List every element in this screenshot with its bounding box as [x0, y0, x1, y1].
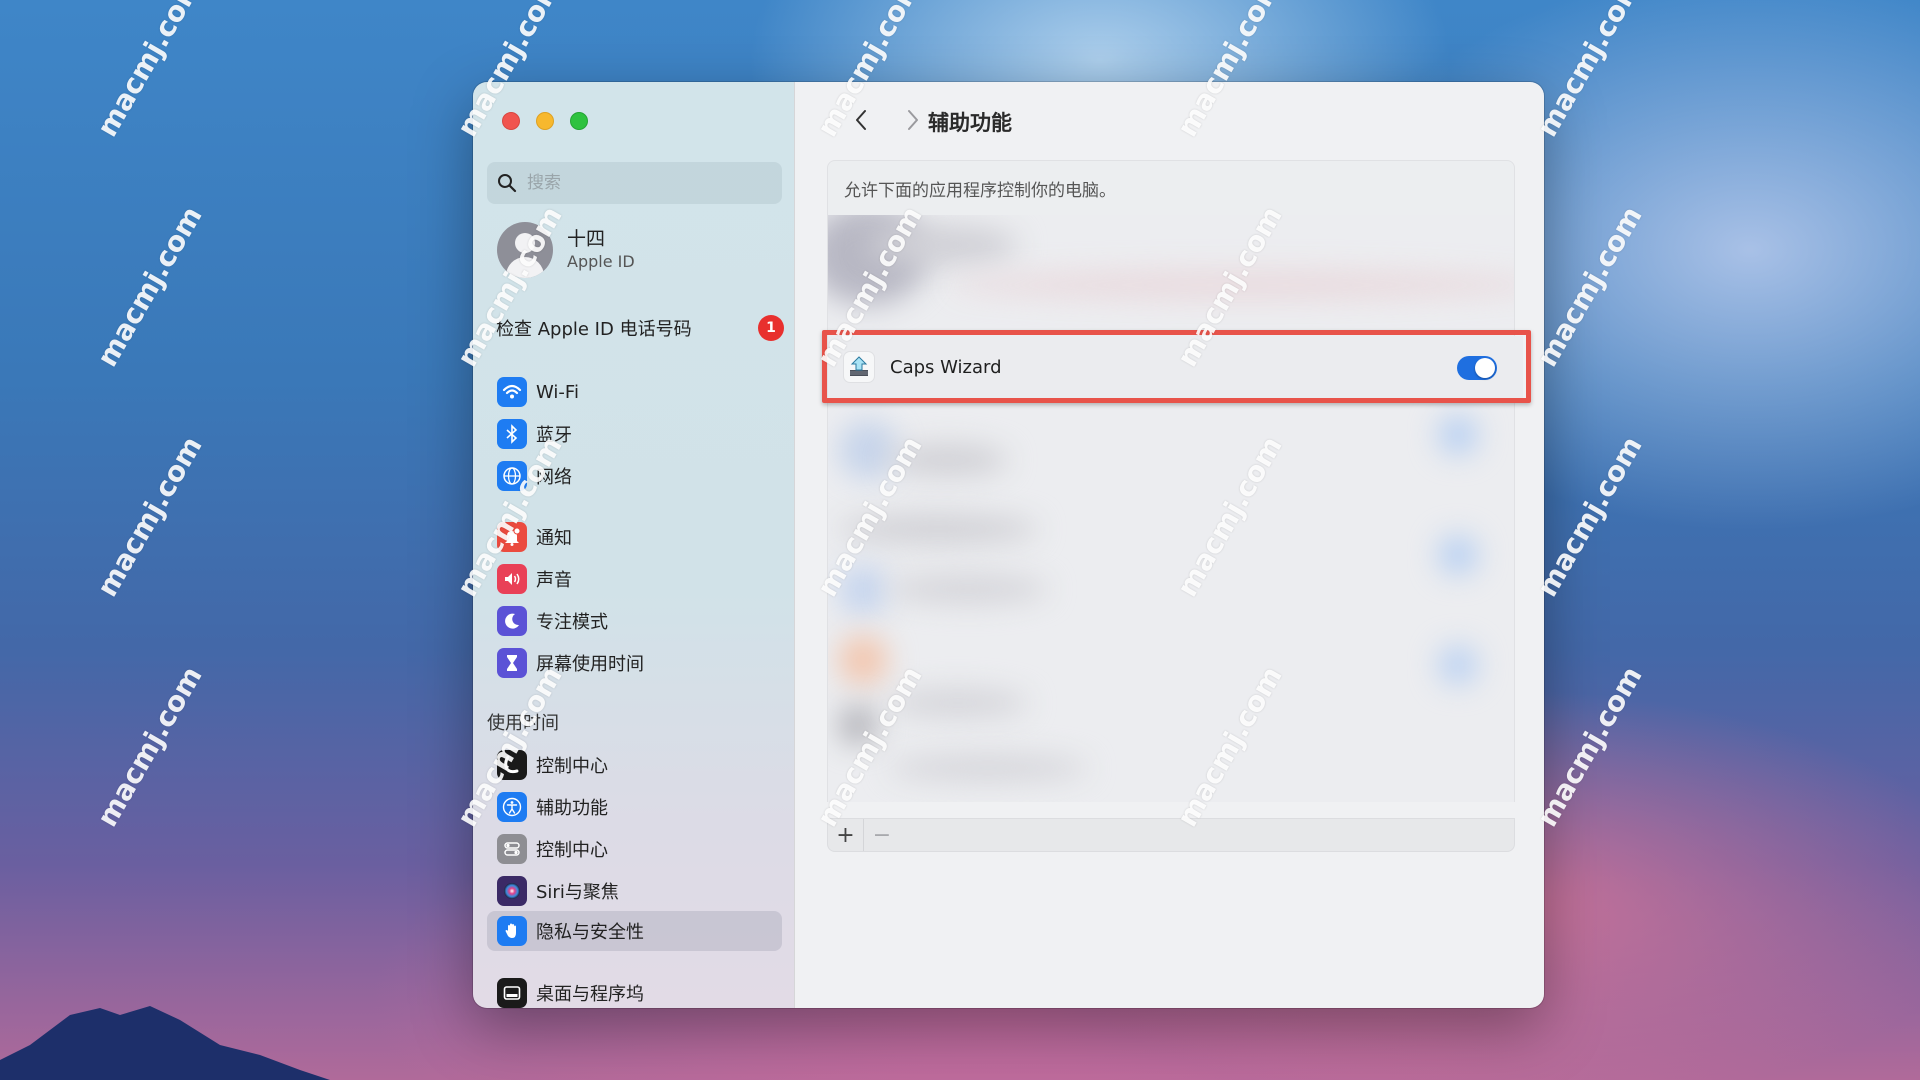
description-text: 允许下面的应用程序控制你的电脑。	[844, 181, 1116, 201]
bell-icon	[497, 522, 527, 552]
sidebar-item-siri[interactable]: Siri与聚焦	[487, 871, 782, 911]
sidebar-section-header: 使用时间	[487, 713, 559, 734]
check-apple-id-label: 检查 Apple ID 电话号码	[496, 319, 692, 340]
sidebar-item-bell[interactable]: 通知	[487, 517, 782, 557]
forward-button[interactable]	[901, 104, 925, 136]
search-field[interactable]	[487, 162, 782, 204]
control-center-icon	[497, 834, 527, 864]
sidebar-item-label: 蓝牙	[536, 425, 572, 446]
sidebar-item-label: 隐私与安全性	[536, 922, 644, 943]
profile-subtitle: Apple ID	[567, 252, 635, 271]
control-center-dark-icon	[497, 750, 527, 780]
sidebar-item-label: Wi-Fi	[536, 381, 579, 403]
system-settings-window: 十四 Apple ID 检查 Apple ID 电话号码 1 Wi-Fi 蓝牙网络…	[473, 82, 1544, 1008]
sidebar-item-label: 屏幕使用时间	[536, 654, 644, 675]
sidebar-item-label: 桌面与程序坞	[536, 984, 644, 1005]
watermark-text: macmj.com	[1530, 0, 1649, 143]
sidebar-item-control-center[interactable]: 控制中心	[487, 829, 782, 869]
watermark-text: macmj.com	[90, 660, 209, 833]
maximize-button[interactable]	[570, 112, 588, 130]
sidebar-item-moon[interactable]: 专注模式	[487, 601, 782, 641]
sidebar-item-label: 控制中心	[536, 840, 608, 861]
sidebar-item-label: 通知	[536, 528, 572, 549]
watermark-text: macmj.com	[90, 0, 209, 143]
sidebar-item-label: 专注模式	[536, 612, 608, 633]
search-input[interactable]	[527, 173, 767, 193]
sidebar-item-label: 控制中心	[536, 756, 608, 777]
watermark-text: macmj.com	[1530, 660, 1649, 833]
sidebar-item-globe[interactable]: 网络	[487, 456, 782, 496]
sidebar-item-accessibility[interactable]: 辅助功能	[487, 787, 782, 827]
close-button[interactable]	[502, 112, 520, 130]
watermark-text: macmj.com	[1530, 430, 1649, 603]
accessibility-icon	[497, 792, 527, 822]
window-controls	[502, 112, 588, 130]
sidebar-item-label: 网络	[536, 467, 572, 488]
apple-id-profile[interactable]: 十四 Apple ID	[497, 222, 635, 278]
avatar	[497, 222, 553, 278]
toggle-knob	[1475, 358, 1495, 378]
moon-icon	[497, 606, 527, 636]
chevron-left-icon	[856, 110, 866, 130]
minimize-button[interactable]	[536, 112, 554, 130]
app-row-caps-wizard: Caps Wizard	[828, 336, 1523, 398]
sidebar-item-bluetooth[interactable]: 蓝牙	[487, 414, 782, 454]
watermark-text: macmj.com	[90, 200, 209, 373]
list-actions-bar: + −	[827, 818, 1515, 852]
speaker-icon	[497, 564, 527, 594]
caps-wizard-icon	[844, 352, 874, 382]
remove-app-button[interactable]: −	[864, 819, 900, 851]
main-pane: 辅助功能 允许下面的应用程序控制你的电脑。 Caps Wizard + −	[795, 82, 1544, 1008]
profile-name: 十四	[567, 228, 606, 250]
app-name: Caps Wizard	[890, 356, 1002, 378]
sidebar-item-label: 辅助功能	[536, 798, 608, 819]
sidebar-item-label: Siri与聚焦	[536, 882, 619, 903]
sidebar-item-dock[interactable]: 桌面与程序坞	[487, 973, 782, 1008]
dock-icon	[497, 978, 527, 1008]
caps-wizard-toggle[interactable]	[1457, 356, 1497, 380]
sidebar-item-wifi[interactable]: Wi-Fi	[487, 372, 782, 412]
hand-icon	[497, 916, 527, 946]
sidebar: 十四 Apple ID 检查 Apple ID 电话号码 1 Wi-Fi 蓝牙网络…	[473, 82, 795, 1008]
notification-badge: 1	[758, 315, 784, 341]
description: 允许下面的应用程序控制你的电脑。	[827, 160, 1515, 216]
bluetooth-icon	[497, 419, 527, 449]
search-icon	[498, 174, 517, 193]
chevron-right-icon	[908, 110, 918, 130]
sidebar-item-hand[interactable]: 隐私与安全性	[487, 911, 782, 951]
wifi-icon	[497, 377, 527, 407]
sidebar-item-hourglass[interactable]: 屏幕使用时间	[487, 643, 782, 683]
back-button[interactable]	[849, 104, 873, 136]
hourglass-icon	[497, 648, 527, 678]
add-app-button[interactable]: +	[828, 819, 864, 851]
watermark-text: macmj.com	[1530, 200, 1649, 373]
watermark-text: macmj.com	[90, 430, 209, 603]
sidebar-item-speaker[interactable]: 声音	[487, 559, 782, 599]
sidebar-item-label: 声音	[536, 570, 572, 591]
sidebar-item-control-center-dark[interactable]: 控制中心	[487, 745, 782, 785]
check-apple-id-row[interactable]: 检查 Apple ID 电话号码 1	[496, 313, 784, 343]
globe-icon	[497, 461, 527, 491]
page-title: 辅助功能	[928, 111, 1012, 135]
blurred-app-list	[827, 215, 1515, 802]
siri-icon	[497, 876, 527, 906]
